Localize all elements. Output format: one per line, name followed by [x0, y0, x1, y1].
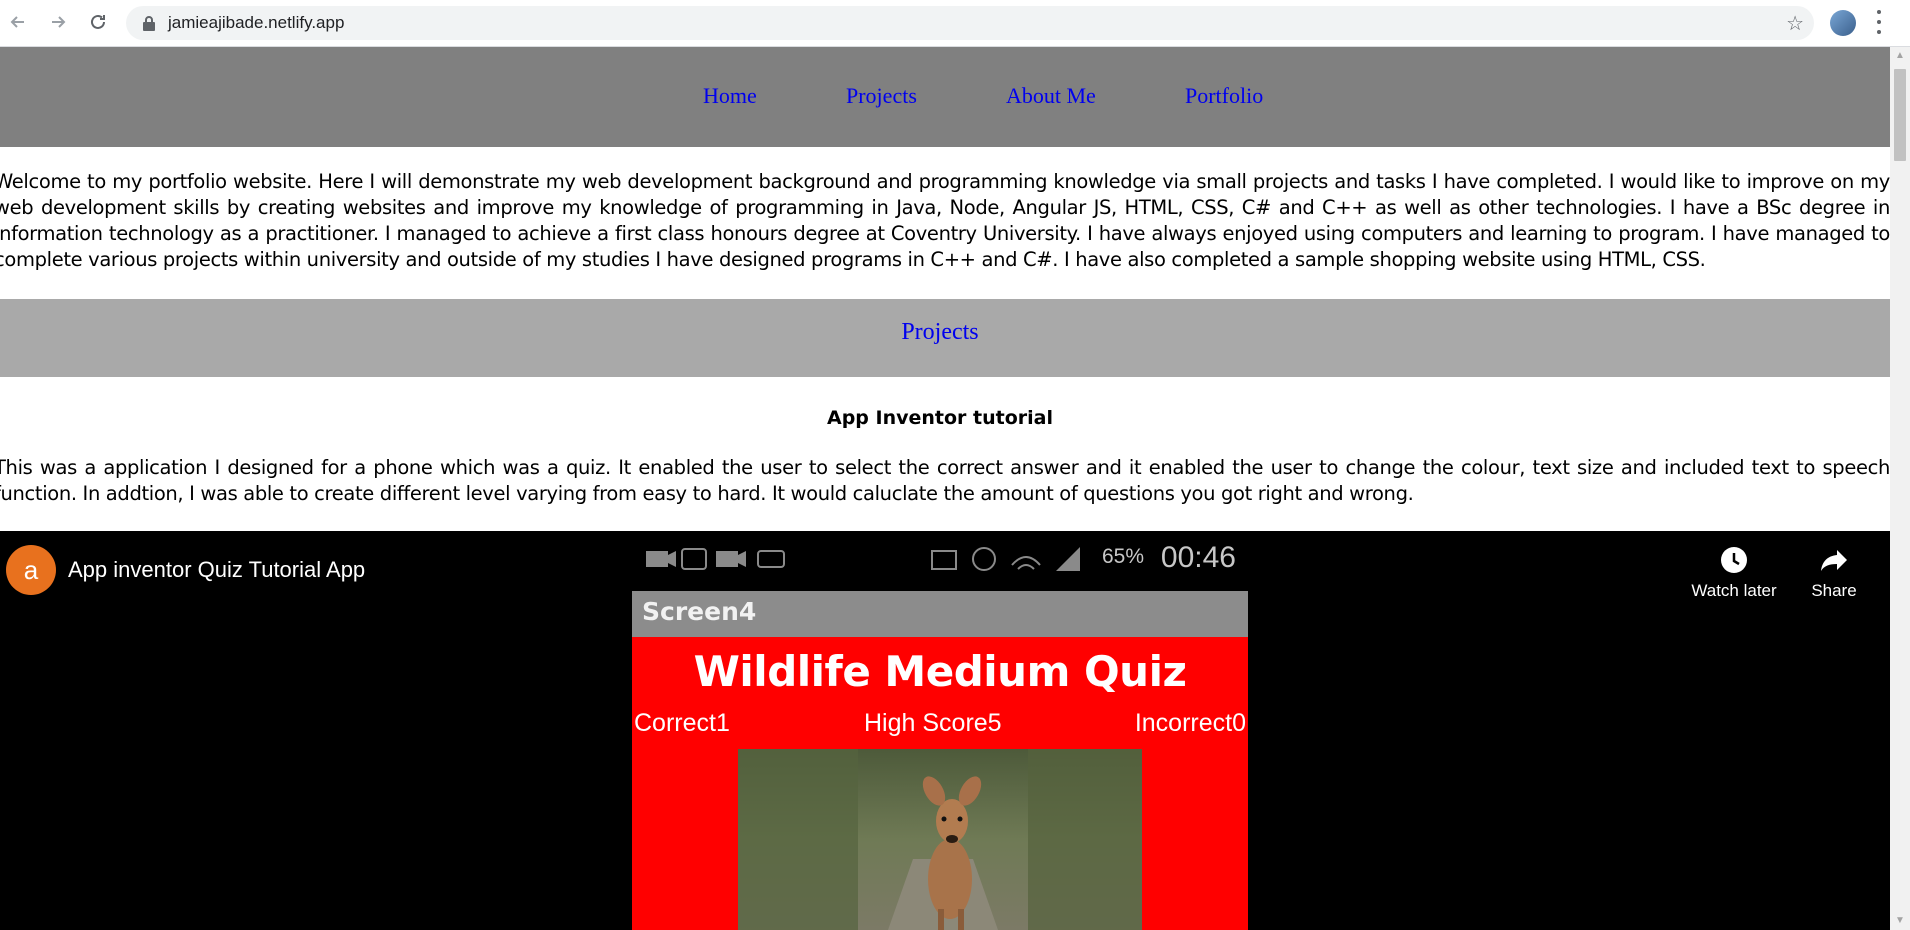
status-icons	[646, 547, 1080, 571]
status-time: 00:46	[1160, 541, 1236, 574]
nav-about-link[interactable]: About Me	[1006, 83, 1096, 109]
back-icon[interactable]	[4, 8, 32, 36]
share-button[interactable]: Share	[1804, 545, 1864, 601]
project-title: App Inventor tutorial	[827, 407, 1053, 429]
phone-status-bar: 65% 00:46	[632, 531, 1248, 591]
correct-count: Correct1	[634, 709, 730, 737]
nav-projects-link[interactable]: Projects	[846, 83, 917, 109]
app-screen-bar: Screen4	[632, 591, 1248, 637]
bookmark-star-icon[interactable]: ☆	[1786, 11, 1804, 36]
quiz-title: Wildlife Medium Quiz	[693, 647, 1187, 696]
page-scrollbar[interactable]: ▲ ▼	[1890, 47, 1910, 930]
page-viewport: Home Projects About Me Portfolio Welcome…	[0, 47, 1890, 930]
intro-paragraph: Welcome to my portfolio website. Here I …	[0, 170, 1890, 271]
project-description: This was a application I designed for a …	[0, 456, 1890, 505]
nav-home-link[interactable]: Home	[703, 83, 757, 109]
watch-later-button[interactable]: Watch later	[1686, 545, 1782, 601]
incorrect-count: Incorrect0	[1134, 709, 1246, 737]
nav-portfolio-link[interactable]: Portfolio	[1185, 83, 1263, 109]
share-label: Share	[1811, 581, 1857, 600]
clock-icon	[1721, 547, 1747, 573]
scroll-up-arrow-icon[interactable]: ▲	[1890, 47, 1910, 65]
scroll-down-arrow-icon[interactable]: ▼	[1890, 912, 1910, 930]
browser-menu-icon[interactable]	[1876, 10, 1882, 34]
screen-label: Screen4	[642, 597, 757, 626]
share-icon	[1821, 550, 1847, 571]
profile-avatar[interactable]	[1830, 10, 1856, 36]
reload-icon[interactable]	[84, 8, 112, 36]
address-bar[interactable]: jamieajibade.netlify.app ☆	[126, 6, 1814, 40]
lock-icon[interactable]	[142, 15, 156, 31]
url-text[interactable]: jamieajibade.netlify.app	[168, 13, 344, 33]
high-score: High Score5	[864, 709, 1002, 737]
forward-icon[interactable]	[44, 8, 72, 36]
video-frame: 65% 00:46 Screen4 Wildlife Medium Quiz C…	[632, 531, 1248, 930]
projects-section-title[interactable]: Projects	[0, 319, 1880, 346]
scroll-thumb[interactable]	[1894, 69, 1906, 161]
video-title[interactable]: App inventor Quiz Tutorial App	[68, 557, 365, 583]
channel-avatar[interactable]: a	[6, 545, 56, 595]
status-battery: 65%	[1101, 545, 1144, 568]
browser-toolbar: jamieajibade.netlify.app ☆	[0, 0, 1910, 47]
site-nav: Home Projects About Me Portfolio	[0, 47, 1890, 147]
quiz-screen: Wildlife Medium Quiz Correct1 High Score…	[632, 637, 1248, 930]
video-embed[interactable]: 65% 00:46 Screen4 Wildlife Medium Quiz C…	[0, 531, 1890, 930]
deer-photo	[738, 749, 1142, 930]
watch-later-label: Watch later	[1691, 581, 1777, 600]
